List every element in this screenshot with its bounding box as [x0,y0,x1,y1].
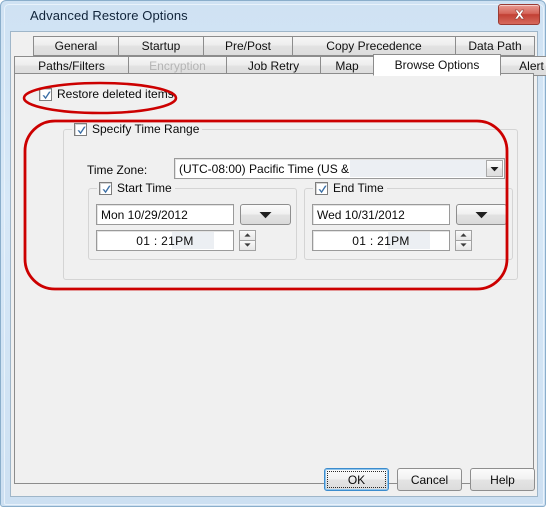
time-zone-dropdown-arrow[interactable] [486,160,503,177]
time-zone-value: (UTC-08:00) Pacific Time (US & Canada) [179,161,399,176]
end-time-group: End Time Wed 10/31/2012 01 : 21PM [304,181,513,260]
start-date-dropdown-button[interactable] [240,204,291,225]
tab-label: Encryption [149,59,206,73]
tab-page-browse-options: Restore deleted items Specify Time Range… [14,73,534,484]
tab-data-path[interactable]: Data Path [455,36,535,56]
tab-pre-post[interactable]: Pre/Post [203,36,293,56]
tab-label: General [54,39,98,53]
restore-deleted-items-checkbox-row[interactable]: Restore deleted items [39,87,174,101]
focus-ring [327,471,386,488]
start-date-value: Mon 10/29/2012 [101,207,188,222]
tab-label: Alert [519,59,544,73]
tab-startup[interactable]: Startup [118,36,204,56]
time-zone-combobox[interactable]: (UTC-08:00) Pacific Time (US & Canada) [174,158,505,179]
start-time-group: Start Time Mon 10/29/2012 01 : 21PM [88,181,297,260]
tab-label: Startup [141,39,181,53]
checkmark-icon [42,91,51,99]
checkmark-icon [77,126,86,134]
dialog-window: Advanced Restore Options General Startup… [0,0,546,507]
caret-down-icon [460,243,467,247]
start-time-checkbox[interactable] [99,181,112,195]
help-button[interactable]: Help [470,468,535,491]
start-time-field[interactable]: 01 : 21PM [96,230,234,251]
end-time-label: End Time [333,181,384,195]
tab-label: Copy Precedence [326,39,422,53]
tab-label: Map [335,59,359,73]
chevron-down-icon [259,211,272,218]
start-time-spinner[interactable] [239,230,256,251]
end-date-dropdown-button[interactable] [456,204,507,225]
chevron-down-icon [475,211,488,218]
caret-up-icon [244,233,251,237]
checkmark-icon [318,185,327,193]
caret-up-icon [460,233,467,237]
specify-time-range-label: Specify Time Range [92,122,200,136]
end-time-checkbox-row[interactable]: End Time [313,181,387,195]
close-icon [513,9,525,20]
close-button[interactable] [498,4,540,25]
specify-time-range-checkbox-row[interactable]: Specify Time Range [72,122,203,136]
specify-time-range-group: Specify Time Range Time Zone: (UTC-08:00… [63,122,518,280]
end-time-field[interactable]: 01 : 21PM [312,230,450,251]
title-bar[interactable]: Advanced Restore Options [2,2,546,31]
checkmark-icon [102,185,111,193]
start-time-checkbox-row[interactable]: Start Time [97,181,175,195]
restore-deleted-items-label: Restore deleted items [57,87,174,101]
tab-label: Browse Options [394,58,480,72]
start-date-field[interactable]: Mon 10/29/2012 [96,204,234,225]
start-time-spin-down[interactable] [239,240,256,251]
tab-label: Data Path [468,39,522,53]
cancel-button-label: Cancel [410,472,449,487]
tab-browse-options[interactable]: Browse Options [373,54,501,76]
restore-deleted-items-checkbox[interactable] [39,87,52,101]
end-date-value: Wed 10/31/2012 [317,207,405,222]
specify-time-range-checkbox[interactable] [74,122,87,136]
time-zone-label: Time Zone: [87,163,148,177]
tab-strip: General Startup Pre/Post Copy Precedence… [14,36,546,78]
start-time-spin-up[interactable] [239,230,256,241]
tab-label: Paths/Filters [38,59,105,73]
start-time-label: Start Time [117,181,172,195]
end-time-value: 01 : 21PM [352,233,410,248]
tab-label: Pre/Post [224,39,272,53]
caret-down-icon [244,243,251,247]
end-time-spin-up[interactable] [455,230,472,241]
dialog-client-area: General Startup Pre/Post Copy Precedence… [10,31,546,497]
end-time-spinner[interactable] [455,230,472,251]
end-time-spin-down[interactable] [455,240,472,251]
tab-label: Job Retry [247,59,300,73]
end-date-field[interactable]: Wed 10/31/2012 [312,204,450,225]
help-button-label: Help [490,472,515,487]
end-time-checkbox[interactable] [315,181,328,195]
chevron-down-icon [490,166,499,171]
ok-button[interactable]: OK [324,468,389,491]
start-time-value: 01 : 21PM [136,233,194,248]
tab-copy-precedence[interactable]: Copy Precedence [292,36,456,56]
tab-general[interactable]: General [33,36,119,56]
window-title: Advanced Restore Options [30,8,188,23]
cancel-button[interactable]: Cancel [397,468,462,491]
